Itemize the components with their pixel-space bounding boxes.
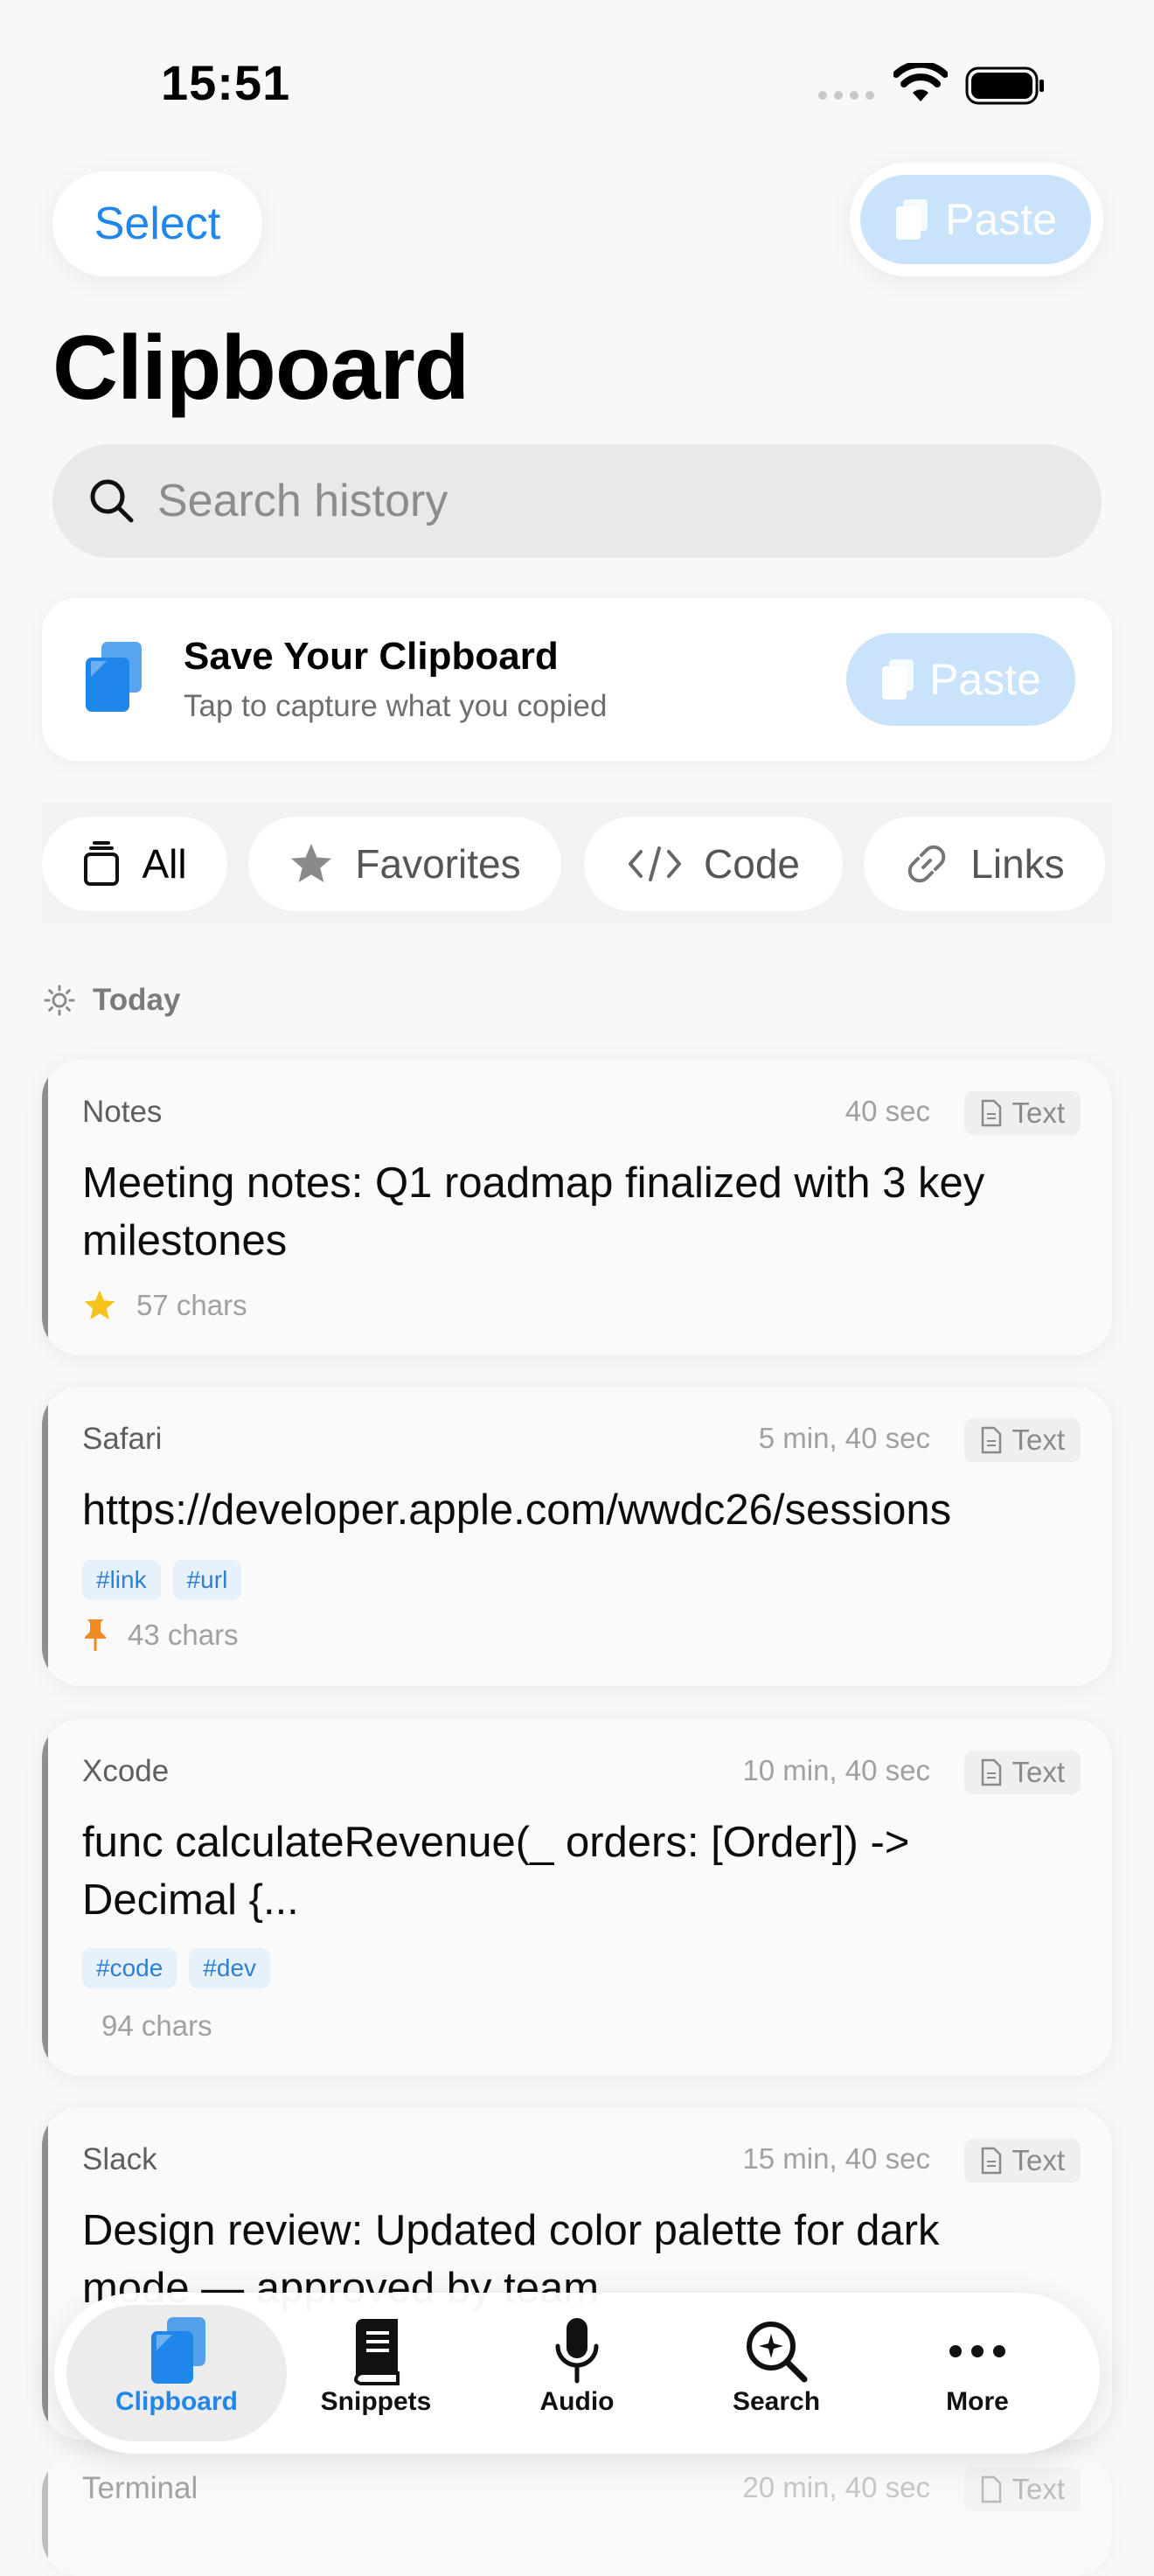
paste-button[interactable]: Paste <box>850 163 1103 276</box>
clip-card[interactable]: Terminal 20 min, 40 sec Text <box>42 2454 1112 2576</box>
clip-tags: #code #dev <box>82 1948 271 1988</box>
clip-source: Xcode <box>82 1754 170 1788</box>
tab-audio[interactable]: Audio <box>481 2315 673 2417</box>
clip-type-badge: Text <box>964 1418 1081 1462</box>
tab-clipboard[interactable]: Clipboard <box>80 2315 273 2417</box>
filter-code[interactable]: Code <box>584 817 843 911</box>
link-icon <box>908 845 946 883</box>
star-icon <box>291 844 332 882</box>
tab-label: Clipboard <box>115 2387 238 2416</box>
filter-links[interactable]: Links <box>864 817 1105 911</box>
filter-favorites[interactable]: Favorites <box>248 817 561 911</box>
tab-label: More <box>946 2387 1009 2416</box>
clip-type-badge: Text <box>964 1091 1081 1135</box>
clip-card[interactable]: Xcode 10 min, 40 sec Text func calculate… <box>42 1719 1112 2076</box>
clip-content: func calculateRevenue(_ orders: [Order])… <box>82 1819 910 1924</box>
clip-type-badge: Text <box>964 1751 1081 1794</box>
clip-char-count: 94 chars <box>101 2009 212 2042</box>
clip-source: Terminal <box>82 2471 198 2505</box>
tag[interactable]: #dev <box>189 1948 271 1988</box>
clip-meta: 57 chars <box>82 1289 247 1322</box>
tag[interactable]: #url <box>172 1560 242 1600</box>
clip-source: Safari <box>82 1422 163 1456</box>
section-header-today: Today <box>44 983 180 1018</box>
filter-all[interactable]: All <box>42 817 227 911</box>
clip-type-badge: Text <box>964 2139 1081 2183</box>
search-input[interactable]: Search history <box>52 444 1102 558</box>
clip-type-badge: Text <box>964 2468 1081 2511</box>
search-placeholder: Search history <box>157 476 448 526</box>
search-icon <box>90 479 134 523</box>
clip-type-label: Text <box>1011 2144 1065 2176</box>
card-accent-bar <box>42 1072 48 1343</box>
clip-type-label: Text <box>1011 1097 1065 1129</box>
card-accent-bar <box>42 1399 48 1674</box>
filter-label: Links <box>970 841 1065 887</box>
save-card-paste-button[interactable]: Paste <box>846 633 1075 726</box>
paste-icon <box>896 199 928 240</box>
tab-snippets[interactable]: Snippets <box>280 2315 472 2417</box>
filter-label: Favorites <box>355 841 521 887</box>
section-label: Today <box>93 983 181 1017</box>
document-icon <box>982 2475 1002 2503</box>
tab-search[interactable]: Search <box>680 2315 872 2417</box>
clip-time: 15 min, 40 sec <box>742 2142 930 2175</box>
sparkle-search-icon <box>747 2322 808 2383</box>
clip-card[interactable]: Safari 5 min, 40 sec Text https://develo… <box>42 1387 1112 1686</box>
clipboard-icon <box>86 642 142 712</box>
clip-meta: 94 chars <box>101 2009 212 2043</box>
clip-source: Slack <box>82 2142 157 2176</box>
page-title: Clipboard <box>52 317 469 419</box>
tab-label: Snippets <box>320 2387 432 2416</box>
clip-time: 20 min, 40 sec <box>742 2471 930 2503</box>
tab-label: Audio <box>539 2387 615 2416</box>
book-icon <box>353 2319 400 2385</box>
clip-meta: 43 chars <box>82 1618 239 1653</box>
tag[interactable]: #code <box>82 1948 177 1988</box>
clipboard-icon <box>151 2317 205 2384</box>
select-button[interactable]: Select <box>52 171 262 276</box>
pin-icon <box>85 1619 106 1651</box>
document-icon <box>982 2147 1002 2175</box>
paste-label: Paste <box>945 195 1057 244</box>
clip-type-label: Text <box>1011 1756 1065 1788</box>
clip-char-count: 43 chars <box>128 1619 239 1651</box>
filter-label: Code <box>704 841 800 887</box>
wifi-icon <box>893 63 948 101</box>
clip-time: 10 min, 40 sec <box>742 1754 930 1786</box>
favorite-star-icon <box>84 1290 115 1319</box>
cellular-signal-icon <box>818 91 874 100</box>
clip-content: Meeting notes: Q1 roadmap finalized with… <box>82 1159 985 1264</box>
ellipsis-icon <box>949 2345 1005 2357</box>
paste-icon <box>882 659 914 700</box>
code-icon <box>629 846 682 881</box>
card-accent-bar <box>42 1731 48 2064</box>
clip-tags: #link #url <box>82 1560 242 1600</box>
save-card-subtitle: Tap to capture what you copied <box>184 689 608 723</box>
clip-time: 5 min, 40 sec <box>758 1422 930 1454</box>
tab-label: Search <box>732 2387 821 2416</box>
sun-icon <box>44 985 75 1016</box>
save-card-title: Save Your Clipboard <box>184 635 559 678</box>
clip-card[interactable]: Notes 40 sec Text Meeting notes: Q1 road… <box>42 1060 1112 1355</box>
tab-more[interactable]: More <box>881 2315 1074 2417</box>
microphone-icon <box>555 2318 599 2384</box>
tag[interactable]: #link <box>82 1560 161 1600</box>
document-icon <box>982 1758 1002 1786</box>
battery-icon <box>965 66 1044 105</box>
document-icon <box>982 1426 1002 1454</box>
clip-char-count: 57 chars <box>136 1289 247 1321</box>
clip-time: 40 sec <box>845 1095 930 1127</box>
save-card-paste-label: Paste <box>929 655 1041 704</box>
card-accent-bar <box>42 2466 48 2564</box>
status-time: 15:51 <box>161 55 291 110</box>
document-icon <box>982 1099 1002 1127</box>
filter-label: All <box>142 841 187 887</box>
clip-source: Notes <box>82 1095 163 1129</box>
stack-icon <box>84 841 120 886</box>
card-accent-bar <box>42 2120 48 2427</box>
clip-type-label: Text <box>1011 1424 1065 1456</box>
clip-content: https://developer.apple.com/wwdc26/sessi… <box>82 1486 952 1534</box>
clip-type-label: Text <box>1011 2473 1065 2505</box>
